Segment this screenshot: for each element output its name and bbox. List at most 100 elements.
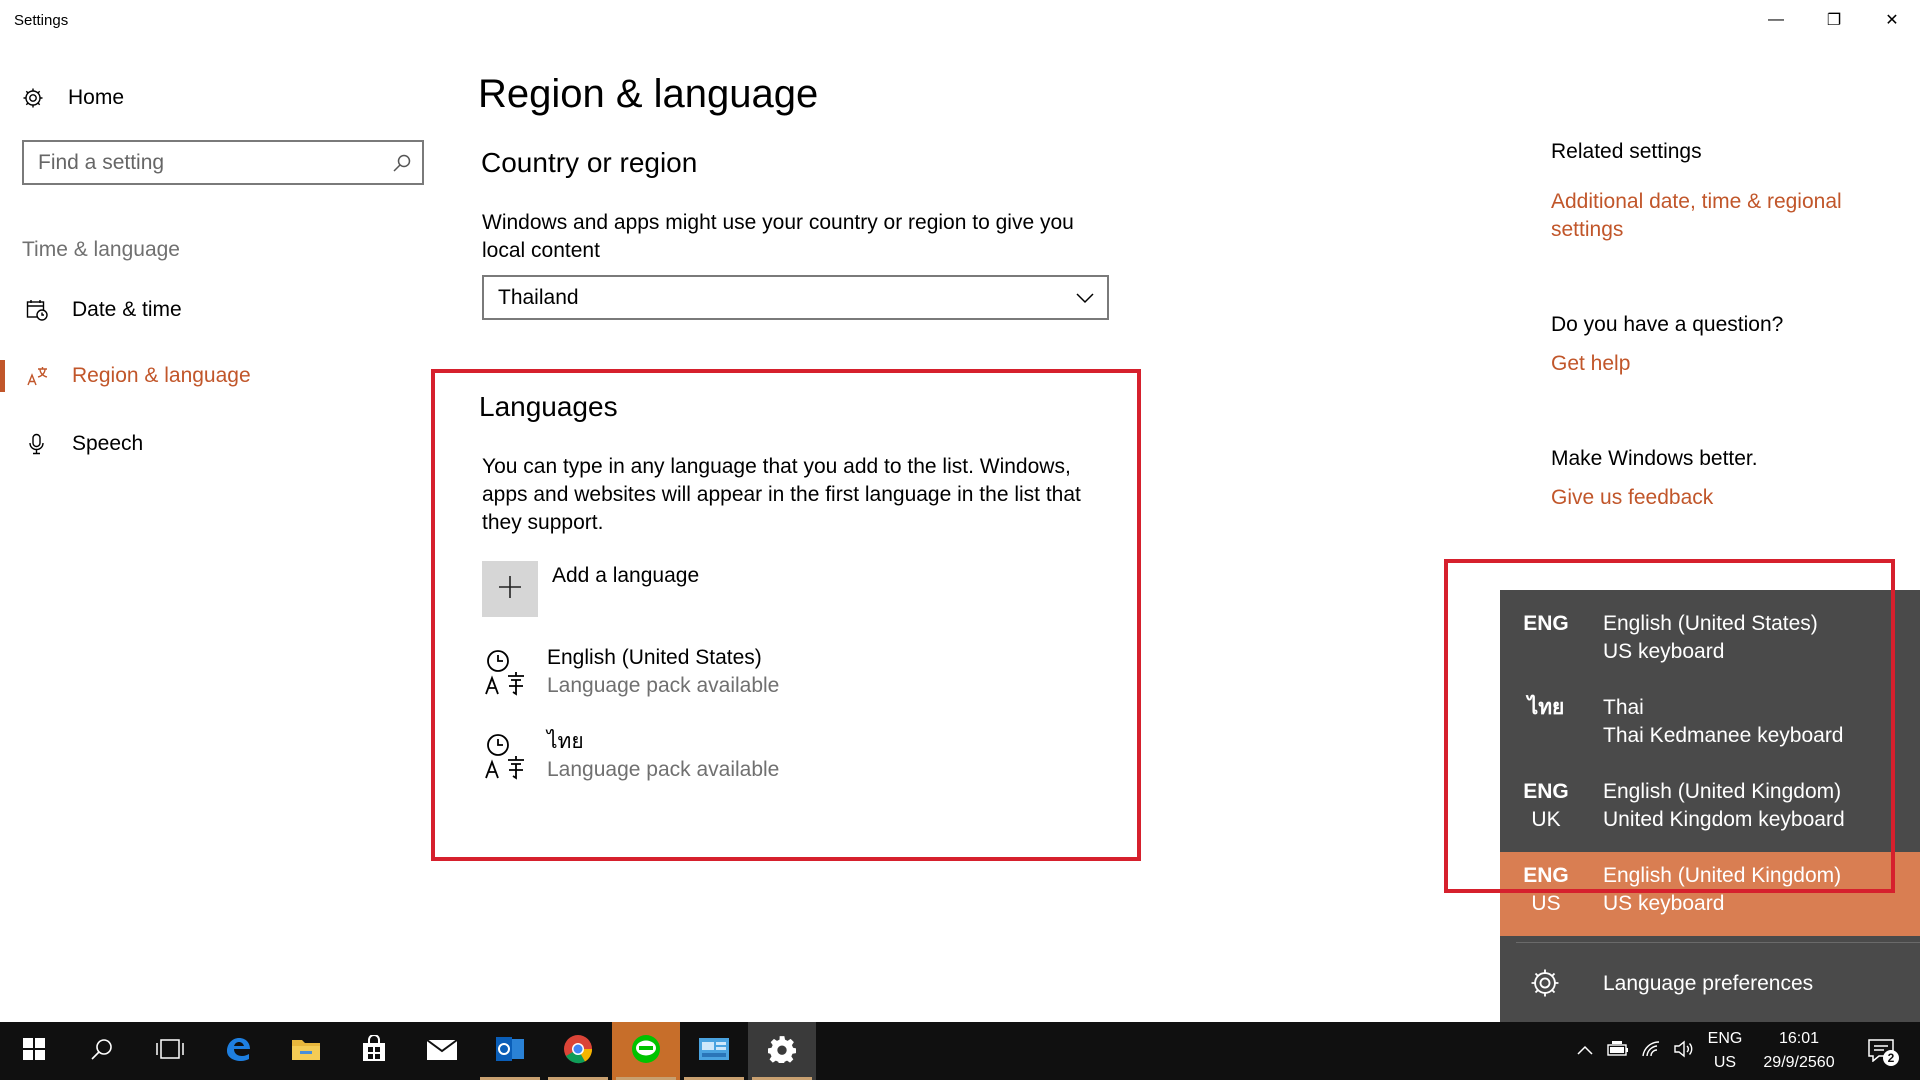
search-placeholder: Find a setting xyxy=(38,150,165,174)
sidebar-item-label: Region & language xyxy=(72,364,251,387)
clock-date: 29/9/2560 xyxy=(1763,1054,1835,1071)
battery-button[interactable] xyxy=(1602,1022,1634,1080)
clock-time: 16:01 xyxy=(1778,1030,1820,1047)
link-line: settings xyxy=(1551,218,1624,241)
edge-button[interactable] xyxy=(204,1022,272,1080)
sidebar-section-label: Time & language xyxy=(22,238,180,261)
chevron-up-icon xyxy=(1577,1042,1593,1060)
language-options-icon xyxy=(482,732,532,782)
mail-button[interactable] xyxy=(408,1022,476,1080)
show-hidden-icons-button[interactable] xyxy=(1570,1022,1600,1080)
taskbar: ENG US 16:01 29/9/2560 2 xyxy=(0,1022,1920,1080)
related-settings-heading: Related settings xyxy=(1551,140,1702,163)
settings-app-button[interactable] xyxy=(748,1022,816,1080)
input-indicator-layout: US xyxy=(1713,1054,1737,1071)
search-button[interactable] xyxy=(68,1022,136,1080)
languages-description-line2: apps and websites will appear in the fir… xyxy=(482,483,1081,506)
language-preferences-label: Language preferences xyxy=(1603,972,1814,995)
language-status: Language pack available xyxy=(547,674,780,697)
languages-description-line3: they support. xyxy=(482,511,604,534)
chrome-icon xyxy=(563,1034,593,1069)
region-language-icon xyxy=(24,363,50,389)
search-input[interactable]: Find a setting xyxy=(22,140,424,185)
file-explorer-button[interactable] xyxy=(272,1022,340,1080)
search-icon xyxy=(90,1037,114,1066)
sidebar-item-label: Date & time xyxy=(72,298,182,321)
additional-settings-link[interactable]: Additional date, time & regional setting… xyxy=(1551,188,1842,244)
country-heading: Country or region xyxy=(481,147,698,178)
languages-description-line1: You can type in any language that you ad… xyxy=(482,455,1071,478)
outlook-button[interactable] xyxy=(476,1022,544,1080)
control-panel-icon xyxy=(698,1036,730,1067)
sidebar-item-speech[interactable]: Speech xyxy=(0,420,420,468)
wifi-icon xyxy=(1641,1040,1663,1063)
input-indicator-lang: ENG xyxy=(1707,1030,1743,1047)
minimize-button[interactable]: — xyxy=(1748,0,1804,40)
restore-icon: ❐ xyxy=(1826,12,1842,29)
control-panel-button[interactable] xyxy=(680,1022,748,1080)
minimize-icon: — xyxy=(1768,11,1784,28)
plus-icon xyxy=(498,575,522,604)
app-title: Settings xyxy=(14,12,69,29)
microphone-icon xyxy=(24,431,50,457)
language-name: ไทย xyxy=(547,730,584,753)
speaker-icon xyxy=(1673,1040,1695,1063)
start-button[interactable] xyxy=(0,1022,68,1080)
gear-icon xyxy=(1528,966,1562,1005)
nav-home-label: Home xyxy=(68,86,125,109)
highlight-box-flyout xyxy=(1444,559,1895,893)
calendar-clock-icon xyxy=(24,297,50,323)
add-language-label[interactable]: Add a language xyxy=(552,562,699,590)
store-icon xyxy=(360,1033,388,1068)
task-view-icon xyxy=(155,1038,185,1065)
give-feedback-link[interactable]: Give us feedback xyxy=(1551,484,1713,512)
line-button[interactable] xyxy=(612,1022,680,1080)
gear-icon xyxy=(768,1035,796,1068)
outlook-icon xyxy=(495,1035,525,1068)
language-preferences-button[interactable]: Language preferences xyxy=(1500,952,1920,1012)
search-icon[interactable] xyxy=(382,153,422,173)
feedback-heading: Make Windows better. xyxy=(1551,447,1758,470)
language-options-icon xyxy=(482,648,532,698)
store-button[interactable] xyxy=(340,1022,408,1080)
get-help-link[interactable]: Get help xyxy=(1551,350,1630,378)
folder-icon xyxy=(291,1036,321,1067)
network-button[interactable] xyxy=(1636,1022,1668,1080)
chevron-down-icon xyxy=(1063,292,1107,304)
question-heading: Do you have a question? xyxy=(1551,313,1784,336)
notification-count-badge: 2 xyxy=(1883,1050,1899,1066)
action-center-button[interactable]: 2 xyxy=(1852,1022,1912,1080)
country-description-line2: local content xyxy=(482,239,600,262)
edge-icon xyxy=(223,1034,253,1069)
sidebar-item-region-language[interactable]: Region & language xyxy=(0,352,420,400)
language-name: English (United States) xyxy=(547,646,762,669)
task-view-button[interactable] xyxy=(136,1022,204,1080)
close-button[interactable]: ✕ xyxy=(1864,0,1920,40)
notification-icon: 2 xyxy=(1867,1038,1899,1066)
windows-logo-icon xyxy=(23,1037,45,1065)
language-item[interactable]: ไทย Language pack available xyxy=(482,728,1082,788)
mail-icon xyxy=(426,1037,458,1066)
country-select-value: Thailand xyxy=(498,285,579,309)
gear-icon xyxy=(20,85,46,111)
country-description-line1: Windows and apps might use your country … xyxy=(482,211,1074,234)
sidebar-item-label: Speech xyxy=(72,432,144,455)
language-status: Language pack available xyxy=(547,758,780,781)
volume-button[interactable] xyxy=(1668,1022,1700,1080)
add-language-button[interactable] xyxy=(482,561,538,617)
language-item[interactable]: English (United States) Language pack av… xyxy=(482,644,1082,704)
restore-button[interactable]: ❐ xyxy=(1806,0,1862,40)
sidebar-item-date-time[interactable]: Date & time xyxy=(0,286,420,334)
link-line: Additional date, time & regional xyxy=(1551,190,1842,213)
clock-button[interactable]: 16:01 29/9/2560 xyxy=(1752,1022,1846,1080)
languages-heading: Languages xyxy=(479,391,618,422)
battery-icon xyxy=(1606,1040,1630,1062)
chrome-button[interactable] xyxy=(544,1022,612,1080)
line-icon xyxy=(631,1034,661,1069)
nav-home[interactable]: Home xyxy=(20,82,124,114)
active-indicator xyxy=(0,360,5,392)
input-indicator-button[interactable]: ENG US xyxy=(1704,1022,1746,1080)
flyout-divider xyxy=(1516,942,1920,943)
page-title: Region & language xyxy=(478,72,819,116)
country-select[interactable]: Thailand xyxy=(482,275,1109,320)
